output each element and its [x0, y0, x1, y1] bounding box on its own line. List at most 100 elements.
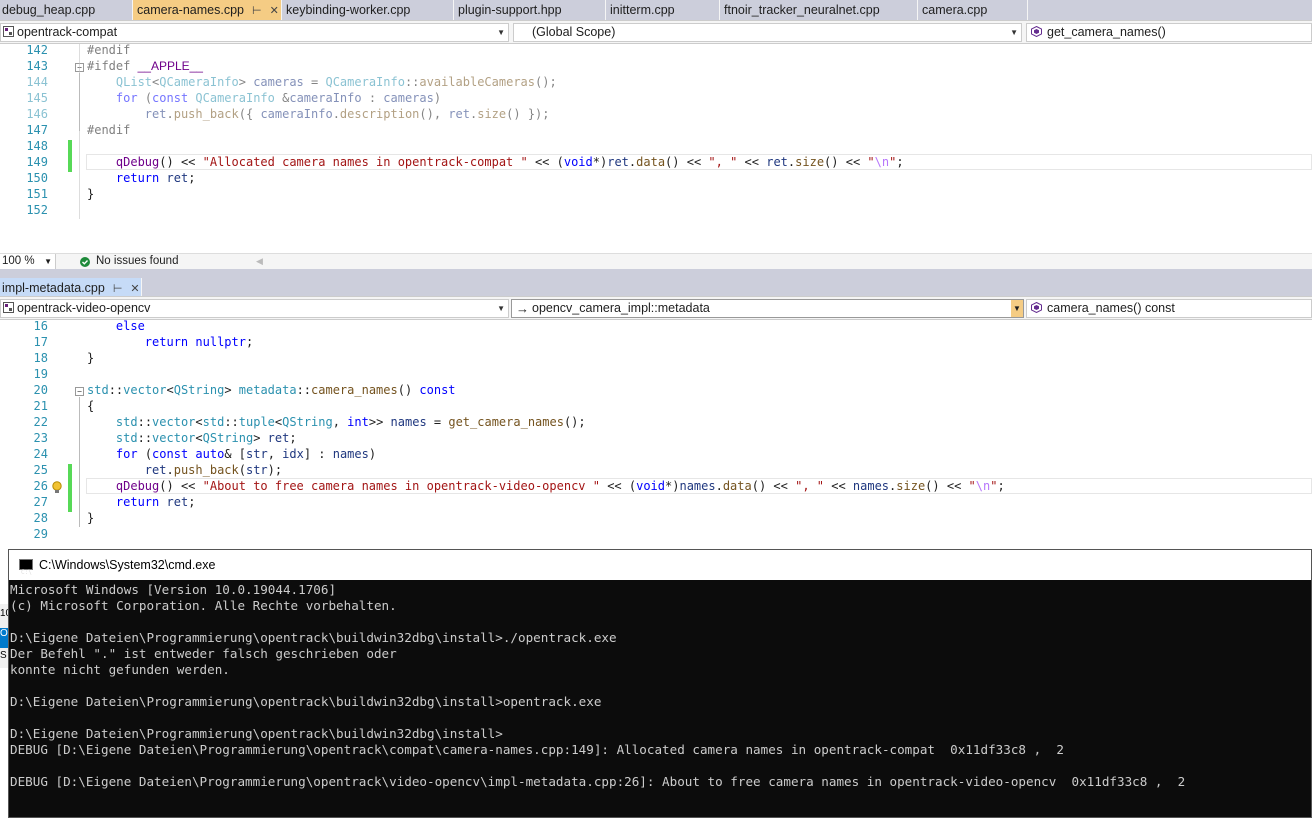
code-line: 146 ret.push_back({ cameraInfo.descripti… [0, 106, 1312, 122]
tab-plugin-support[interactable]: plugin-support.hpp [454, 0, 606, 20]
project-dropdown[interactable]: opentrack-video-opencv ▼ [0, 299, 509, 318]
code-line: 151} [0, 186, 1312, 202]
code-line: 145 for (const QCameraInfo &cameraInfo :… [0, 90, 1312, 106]
bottom-code-editor[interactable]: − 16 else 17 return nullptr; 18} 19 20st… [0, 320, 1312, 549]
code-line: 16 else [0, 320, 1312, 334]
method-icon [1031, 302, 1042, 313]
cmd-icon [19, 558, 33, 588]
tab-debug-heap[interactable]: debug_heap.cpp [0, 0, 133, 20]
line-number: 144 [26, 75, 48, 89]
chevron-down-icon: ▼ [1011, 300, 1023, 317]
line-number: 20 [33, 383, 48, 397]
code-line: 24 for (const auto& [str, idx] : names) [0, 446, 1312, 462]
edge-text: S [0, 650, 7, 661]
member-label: camera_names() const [1047, 301, 1175, 315]
scroll-left-icon[interactable]: ◀ [256, 254, 263, 269]
tab-label: ftnoir_tracker_neuralnet.cpp [724, 3, 880, 17]
code-line: 25 ret.push_back(str); [0, 462, 1312, 478]
issues-label[interactable]: No issues found [96, 254, 178, 269]
code-line: 150 return ret; [0, 170, 1312, 186]
zoom-label: 100 % [2, 255, 35, 267]
tab-label: keybinding-worker.cpp [286, 3, 411, 17]
console-title-bar[interactable]: C:\Windows\System32\cmd.exe [9, 550, 1311, 588]
project-dropdown[interactable]: opentrack-compat ▼ [0, 23, 509, 42]
line-number: 150 [26, 171, 48, 185]
line-number: 142 [26, 44, 48, 57]
line-number: 19 [33, 367, 48, 381]
pane-splitter[interactable] [0, 269, 1312, 278]
chevron-down-icon: ▼ [44, 257, 52, 266]
tab-label: impl-metadata.cpp [2, 281, 105, 295]
console-line: D:\Eigene Dateien\Programmierung\opentra… [10, 630, 617, 645]
project-label: opentrack-video-opencv [17, 301, 151, 315]
scope-dropdown[interactable]: → opencv_camera_impl::metadata ▼ [511, 299, 1024, 318]
console-line: Microsoft Windows [Version 10.0.19044.17… [10, 582, 337, 597]
line-number: 21 [33, 399, 48, 413]
editor-status-bar: 100 % ▼ No issues found ◀ [0, 253, 1312, 269]
project-icon [3, 302, 14, 313]
console-line: konnte nicht gefunden werden. [10, 662, 230, 677]
line-number: 152 [26, 203, 48, 217]
console-line: Der Befehl "." ist entweder falsch gesch… [10, 646, 397, 661]
console-line: DEBUG [D:\Eigene Dateien\Programmierung\… [10, 742, 1064, 757]
line-number: 25 [33, 463, 48, 477]
member-dropdown[interactable]: camera_names() const [1026, 299, 1312, 318]
console-line: D:\Eigene Dateien\Programmierung\opentra… [10, 726, 503, 741]
top-code-editor[interactable]: − 142#endif 143#ifdef __APPLE__ 144 QLis… [0, 44, 1312, 254]
code-line: 149 qDebug() << "Allocated camera names … [0, 154, 1312, 170]
line-number: 146 [26, 107, 48, 121]
code-line: 17 return nullptr; [0, 334, 1312, 350]
bottom-tab-bar: impl-metadata.cpp ⊢ ✕ [0, 278, 1312, 298]
line-number: 29 [33, 527, 48, 541]
check-circle-icon [80, 257, 90, 267]
project-label: opentrack-compat [17, 25, 118, 39]
bottom-navigation-bar: opentrack-video-opencv ▼ → opencv_camera… [0, 296, 1312, 320]
code-line: 22 std::vector<std::tuple<QString, int>>… [0, 414, 1312, 430]
tab-impl-metadata[interactable]: impl-metadata.cpp ⊢ ✕ [0, 278, 142, 298]
code-line: 26 qDebug() << "About to free camera nam… [0, 478, 1312, 494]
line-number: 17 [33, 335, 48, 349]
pin-icon[interactable]: ⊢ [252, 1, 262, 21]
tab-label: camera.cpp [922, 3, 988, 17]
line-number: 151 [26, 187, 48, 201]
console-title: C:\Windows\System32\cmd.exe [39, 558, 216, 572]
console-output[interactable]: Microsoft Windows [Version 10.0.19044.17… [10, 582, 1312, 790]
code-line: 21{ [0, 398, 1312, 414]
edge-text: O [0, 628, 8, 648]
project-icon [3, 26, 14, 37]
console-line: (c) Microsoft Corporation. Alle Rechte v… [10, 598, 397, 613]
tab-label: camera-names.cpp [137, 3, 244, 17]
line-number: 27 [33, 495, 48, 509]
code-line: 19 [0, 366, 1312, 382]
line-number: 24 [33, 447, 48, 461]
line-number: 22 [33, 415, 48, 429]
code-line: 152 [0, 202, 1312, 218]
tab-label: debug_heap.cpp [2, 3, 96, 17]
fold-guide [79, 44, 80, 219]
close-icon[interactable]: ✕ [270, 1, 279, 21]
cmd-console-window[interactable]: C:\Windows\System32\cmd.exe Microsoft Wi… [8, 549, 1312, 818]
code-line: 29 [0, 526, 1312, 542]
tab-camera-names[interactable]: camera-names.cpp ⊢ ✕ [133, 0, 282, 20]
member-label: get_camera_names() [1047, 25, 1166, 39]
edge-text: 10 [0, 608, 8, 619]
console-line: D:\Eigene Dateien\Programmierung\opentra… [10, 694, 602, 709]
tab-keybinding-worker[interactable]: keybinding-worker.cpp [282, 0, 454, 20]
line-number: 28 [33, 511, 48, 525]
code-line: 28} [0, 510, 1312, 526]
tab-camera[interactable]: camera.cpp [918, 0, 1028, 20]
chevron-down-icon: ▼ [497, 28, 505, 37]
tab-ftnoir-tracker-neuralnet[interactable]: ftnoir_tracker_neuralnet.cpp [720, 0, 918, 20]
zoom-dropdown[interactable]: 100 % ▼ [0, 254, 56, 269]
code-line: 143 #ifdef __APPLE__ [0, 58, 1312, 74]
code-line: 23 std::vector<QString> ret; [0, 430, 1312, 446]
code-line: 147 #endif [0, 122, 1312, 138]
tab-initterm[interactable]: initterm.cpp [606, 0, 720, 20]
method-icon [1031, 26, 1042, 37]
line-number: 26 [33, 479, 48, 493]
scope-dropdown[interactable]: (Global Scope) ▼ [513, 23, 1022, 42]
member-dropdown[interactable]: get_camera_names() [1026, 23, 1312, 42]
